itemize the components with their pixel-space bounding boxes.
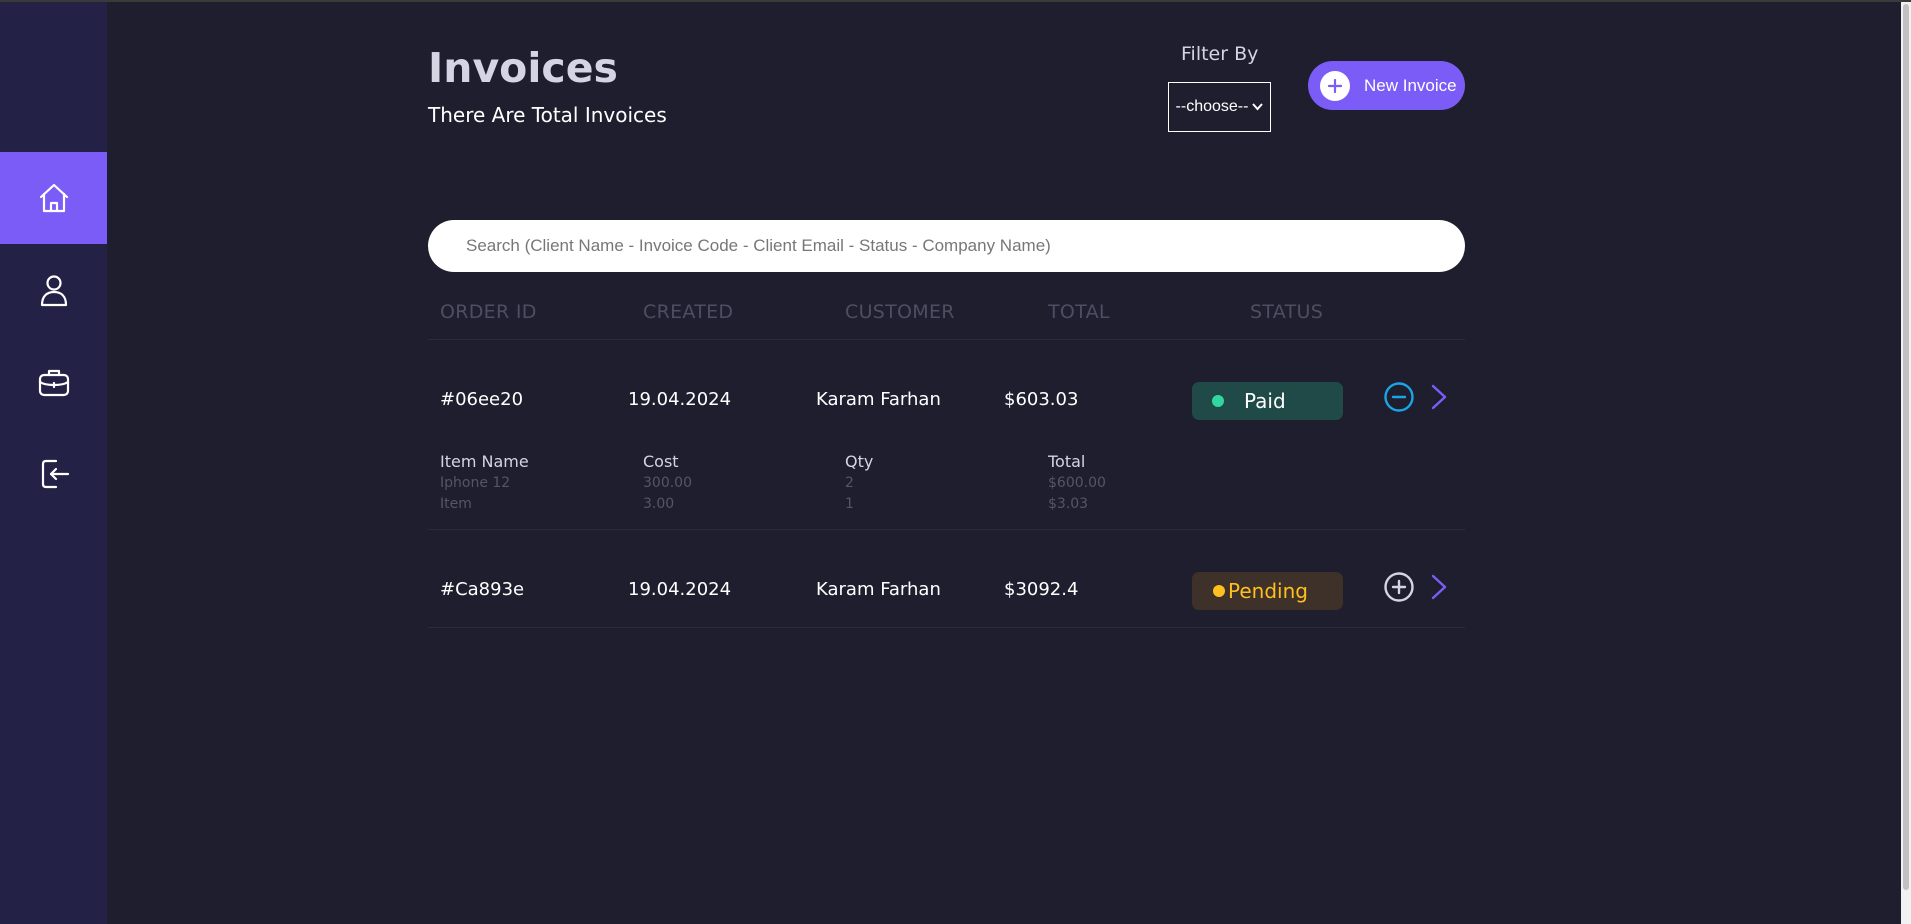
chevron-right-icon[interactable]: [1428, 573, 1450, 601]
status-dot: [1213, 585, 1225, 597]
collapse-icon[interactable]: [1383, 381, 1415, 413]
table-row[interactable]: #Ca893e 19.04.2024 Karam Farhan $3092.4 …: [428, 530, 1465, 628]
created-date: 19.04.2024: [628, 389, 732, 410]
table-row[interactable]: #06ee20 19.04.2024 Karam Farhan $603.03 …: [428, 340, 1465, 530]
detail-item-cost: 300.00: [643, 475, 692, 491]
detail-header-cost: Cost: [643, 452, 679, 471]
search-input[interactable]: [428, 220, 1465, 272]
sidebar-item-profile[interactable]: [0, 244, 107, 336]
detail-header-qty: Qty: [845, 452, 874, 471]
customer-name: Karam Farhan: [816, 579, 941, 600]
detail-header-total: Total: [1048, 452, 1086, 471]
plus-icon: [1320, 70, 1350, 101]
header-status: STATUS: [1250, 301, 1324, 323]
order-id: #Ca893e: [440, 579, 525, 600]
status-dot: [1212, 395, 1224, 407]
created-date: 19.04.2024: [628, 579, 732, 600]
sidebar: [0, 2, 107, 924]
detail-item-name: Item: [440, 496, 472, 512]
invoices-page: Invoices There Are Total Invoices Filter…: [428, 0, 1465, 924]
home-icon: [39, 183, 68, 213]
page-title: Invoices: [428, 44, 618, 92]
order-id: #06ee20: [440, 389, 524, 410]
user-icon: [40, 275, 67, 307]
chevron-right-icon[interactable]: [1428, 383, 1450, 411]
invoice-total: $3092.4: [1004, 579, 1079, 600]
header-created: CREATED: [643, 301, 734, 323]
sidebar-item-home[interactable]: [0, 152, 107, 244]
filter-select[interactable]: --choose--: [1168, 82, 1271, 132]
filter-selected-value: --choose--: [1175, 98, 1249, 115]
detail-item-total: $3.03: [1048, 496, 1089, 512]
vertical-scrollbar[interactable]: [1901, 2, 1911, 924]
new-invoice-label: New Invoice: [1364, 75, 1457, 95]
logout-icon: [41, 459, 69, 489]
detail-item-qty: 1: [845, 496, 854, 512]
header-order-id: ORDER ID: [440, 301, 537, 323]
table-header: ORDER ID CREATED CUSTOMER TOTAL STATUS: [428, 288, 1465, 340]
status-badge-pending: Pending: [1192, 572, 1343, 610]
briefcase-icon: [38, 369, 69, 397]
filter-label: Filter By: [1181, 43, 1259, 65]
detail-header-item-name: Item Name: [440, 452, 529, 471]
header-total: TOTAL: [1048, 301, 1110, 323]
page-subtitle: There Are Total Invoices: [428, 103, 667, 127]
header-customer: CUSTOMER: [845, 301, 955, 323]
sidebar-item-work[interactable]: [0, 336, 107, 428]
customer-name: Karam Farhan: [816, 389, 941, 410]
invoice-total: $603.03: [1004, 389, 1079, 410]
chevron-down-icon: [1252, 103, 1264, 111]
sidebar-item-logout[interactable]: [0, 428, 107, 520]
scrollbar-thumb[interactable]: [1903, 4, 1909, 890]
expand-icon[interactable]: [1383, 571, 1415, 603]
status-badge-paid: Paid: [1192, 382, 1343, 420]
new-invoice-button[interactable]: New Invoice: [1308, 61, 1465, 110]
detail-item-name: Iphone 12: [440, 475, 511, 491]
detail-item-qty: 2: [845, 475, 854, 491]
status-label: Pending: [1228, 579, 1308, 603]
detail-item-cost: 3.00: [643, 496, 675, 512]
status-label: Paid: [1244, 389, 1286, 413]
detail-item-total: $600.00: [1048, 475, 1106, 491]
